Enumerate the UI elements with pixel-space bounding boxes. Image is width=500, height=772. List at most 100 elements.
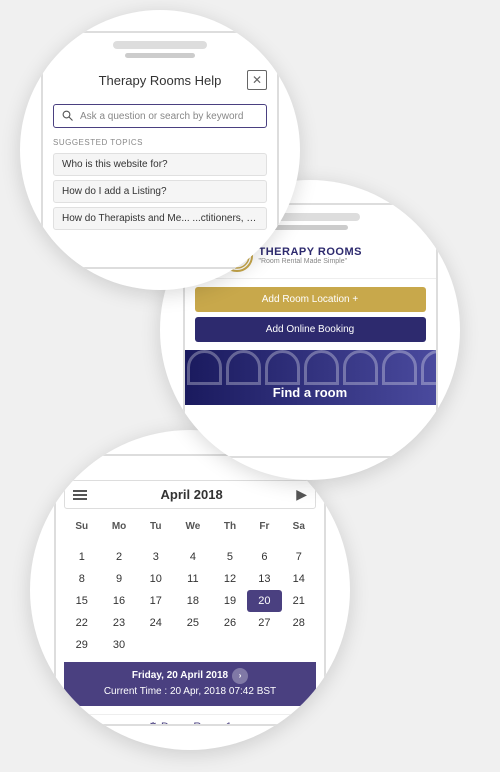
calendar-header: April 2018 ▶	[64, 480, 316, 509]
cal-day	[100, 536, 139, 546]
phone-speaker-2	[272, 225, 347, 230]
cal-day	[173, 536, 213, 546]
cal-week-3: 8 9 10 11 12 13 14	[64, 568, 316, 590]
site-banner: Find a room	[185, 350, 436, 405]
topic-item-3[interactable]: How do Therapists and Me... ...ctitioner…	[53, 207, 267, 230]
footer-time-text: Current Time : 20 Apr, 2018 07:42 BST	[70, 684, 310, 700]
arch-6	[382, 350, 417, 385]
cal-day[interactable]: 7	[282, 546, 316, 568]
cal-header-mo: Mo	[100, 517, 139, 536]
footer-chevron-icon[interactable]: ›	[232, 668, 248, 684]
cal-day[interactable]: 11	[173, 568, 213, 590]
cal-day	[139, 536, 173, 546]
calendar-container: April 2018 ▶ Su Mo Tu We Th Fr Sa	[56, 472, 324, 714]
arch-2	[226, 350, 261, 385]
cal-day[interactable]: 14	[282, 568, 316, 590]
cal-day[interactable]: 28	[282, 612, 316, 634]
cal-day[interactable]: 9	[100, 568, 139, 590]
cal-week-4: 15 16 17 18 19 20 21	[64, 590, 316, 612]
cal-day[interactable]: 6	[247, 546, 281, 568]
book-rooms-button[interactable]: ook Rooms	[185, 405, 436, 423]
search-placeholder: Ask a question or search by keyword	[80, 111, 243, 122]
help-header: Therapy Rooms Help ✕	[53, 70, 267, 96]
gear-icon: ⚙	[148, 721, 158, 726]
cal-day	[282, 634, 316, 656]
topic-item-2[interactable]: How do I add a Listing?	[53, 180, 267, 203]
calendar-next-button[interactable]: ▶	[296, 486, 307, 503]
cal-day[interactable]: 29	[64, 634, 100, 656]
demo-room-label[interactable]: Demo Room 1	[161, 721, 232, 726]
cal-hamburger-line-2	[73, 494, 87, 496]
cal-week-5: 22 23 24 25 26 27 28	[64, 612, 316, 634]
cal-header-fr: Fr	[247, 517, 281, 536]
search-box[interactable]: Ask a question or search by keyword	[53, 104, 267, 128]
cal-week-2: 1 2 3 4 5 6 7	[64, 546, 316, 568]
cal-day[interactable]: 23	[100, 612, 139, 634]
add-booking-button[interactable]: Add Online Booking	[195, 317, 426, 342]
cal-day	[247, 634, 281, 656]
cal-day[interactable]: 26	[213, 612, 247, 634]
arch-4	[304, 350, 339, 385]
topic-item-1[interactable]: Who is this website for?	[53, 153, 267, 176]
cal-day[interactable]: 16	[100, 590, 139, 612]
add-room-button[interactable]: Add Room Location +	[195, 287, 426, 312]
phone-1: Therapy Rooms Help ✕ Ask a question or s…	[20, 10, 300, 290]
cal-day[interactable]: 18	[173, 590, 213, 612]
cal-header-sa: Sa	[282, 517, 316, 536]
find-room-text: Find a room	[185, 385, 436, 400]
cal-hamburger-icon[interactable]	[73, 490, 87, 500]
cal-day[interactable]: 1	[64, 546, 100, 568]
cal-day[interactable]: 10	[139, 568, 173, 590]
footer-date-text: Friday, 20 April 2018	[132, 668, 228, 684]
cal-hamburger-line-3	[73, 498, 87, 500]
cal-day[interactable]: 12	[213, 568, 247, 590]
cal-day[interactable]: 19	[213, 590, 247, 612]
cal-day[interactable]: 30	[100, 634, 139, 656]
cal-day[interactable]: 5	[213, 546, 247, 568]
cal-day[interactable]: 2	[100, 546, 139, 568]
cal-day[interactable]: 22	[64, 612, 100, 634]
demo-room-link[interactable]: ⚙ Demo Room 1	[56, 714, 324, 726]
phone-speaker-1	[125, 53, 195, 58]
arch-1	[187, 350, 222, 385]
calendar-footer-date: Friday, 20 April 2018 ›	[70, 668, 310, 684]
phone-notch-1	[113, 41, 207, 49]
cal-header-we: We	[173, 517, 213, 536]
cal-week-1	[64, 536, 316, 546]
search-icon	[62, 110, 74, 122]
cal-day[interactable]: 27	[247, 612, 281, 634]
cal-day	[213, 536, 247, 546]
arch-5	[343, 350, 378, 385]
calendar-month-year: April 2018	[161, 487, 223, 502]
cal-day[interactable]: 25	[173, 612, 213, 634]
cal-week-6: 29 30	[64, 634, 316, 656]
suggested-topics-label: SUGGESTED TOPICS	[53, 138, 267, 147]
cal-day[interactable]: 4	[173, 546, 213, 568]
cal-day[interactable]: 15	[64, 590, 100, 612]
cal-day	[282, 536, 316, 546]
cal-day[interactable]: 17	[139, 590, 173, 612]
cal-day[interactable]: 24	[139, 612, 173, 634]
cal-day	[173, 634, 213, 656]
close-button[interactable]: ✕	[247, 70, 267, 90]
cal-day[interactable]: 3	[139, 546, 173, 568]
arch-7	[421, 350, 436, 385]
cal-day[interactable]: 21	[282, 590, 316, 612]
arch-3	[265, 350, 300, 385]
cal-day	[139, 634, 173, 656]
cal-day	[213, 634, 247, 656]
cal-day-selected[interactable]: 20	[247, 590, 281, 612]
help-dialog: Therapy Rooms Help ✕ Ask a question or s…	[43, 62, 277, 267]
help-title: Therapy Rooms Help	[73, 73, 247, 88]
cal-day[interactable]: 8	[64, 568, 100, 590]
cal-day[interactable]: 13	[247, 568, 281, 590]
cal-day	[247, 536, 281, 546]
calendar-footer: Friday, 20 April 2018 › Current Time : 2…	[64, 662, 316, 706]
cal-header-tu: Tu	[139, 517, 173, 536]
cal-header-su: Su	[64, 517, 100, 536]
calendar-grid: Su Mo Tu We Th Fr Sa	[64, 517, 316, 656]
cal-day	[64, 536, 100, 546]
cal-header-th: Th	[213, 517, 247, 536]
cal-hamburger-line-1	[73, 490, 87, 492]
site-buttons: Add Room Location + Add Online Booking	[185, 279, 436, 350]
